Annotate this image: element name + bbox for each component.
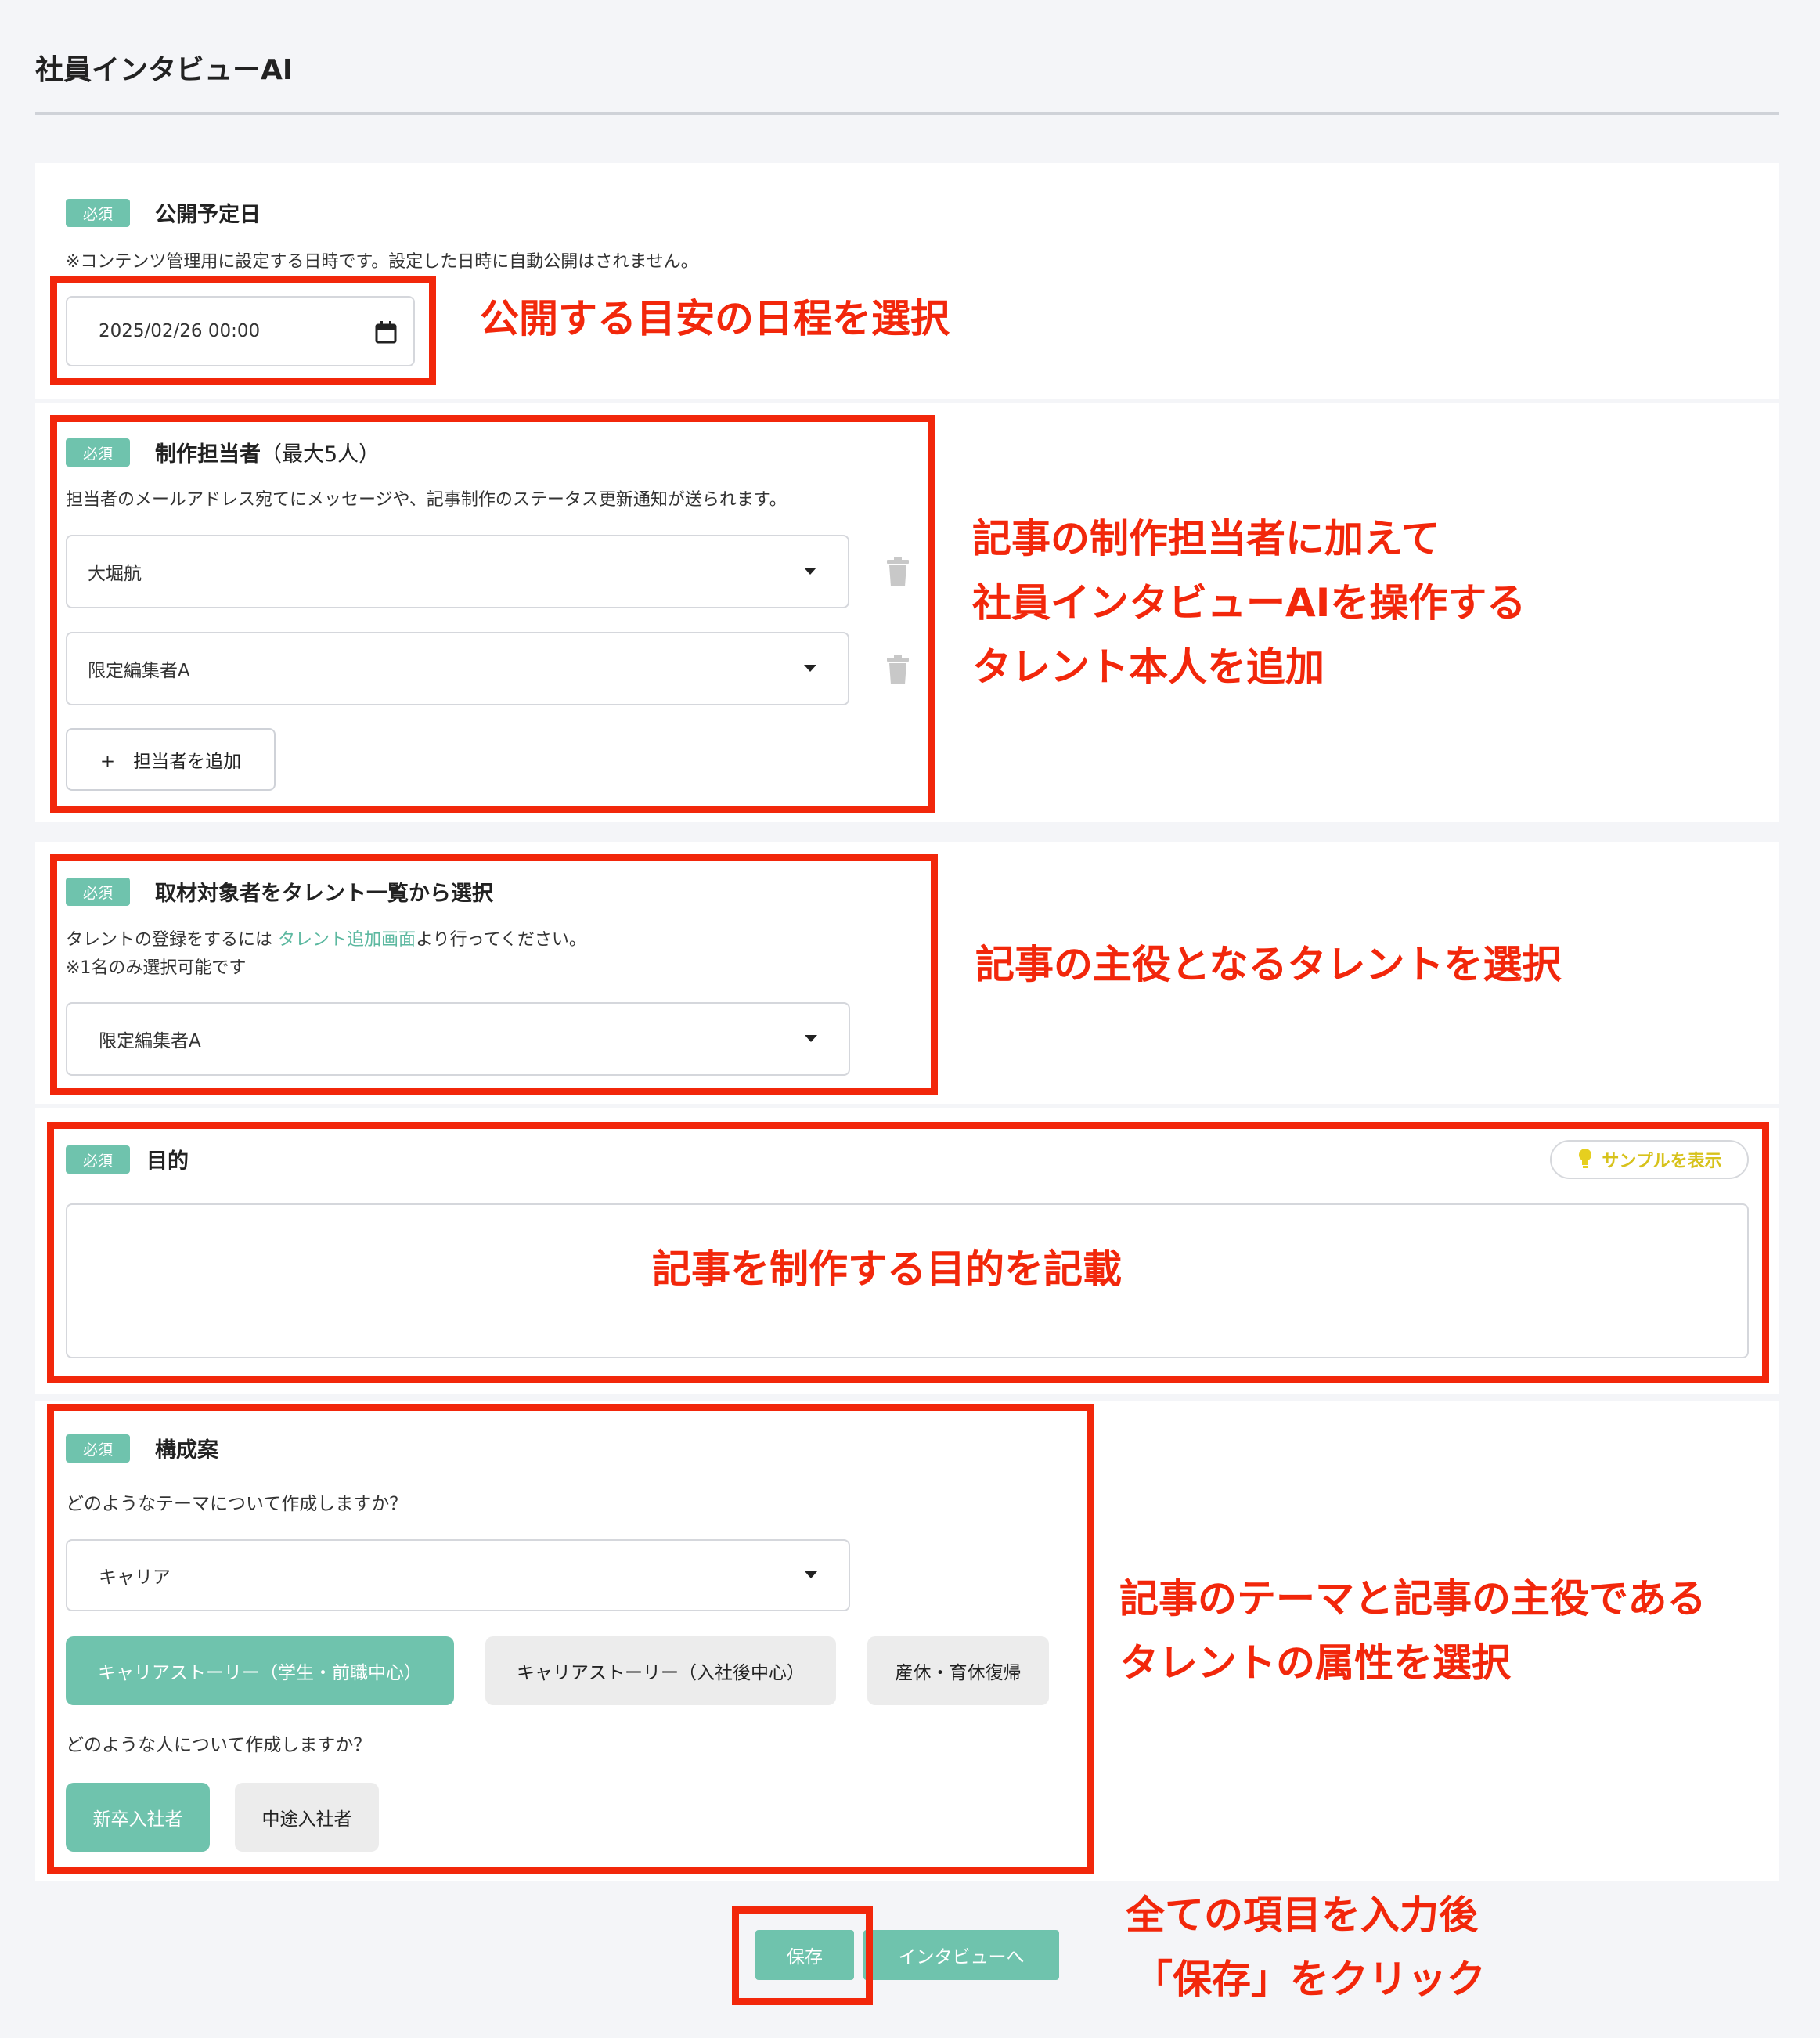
to-interview-button[interactable]: インタビューへ xyxy=(863,1930,1059,1980)
publish-date-label: 公開予定日 xyxy=(155,203,261,227)
required-badge: 必須 xyxy=(66,199,130,227)
title-divider xyxy=(35,112,1779,115)
annotation-box-interviewee xyxy=(50,854,938,1095)
annotation-date: 公開する目安の日程を選択 xyxy=(480,296,950,341)
publish-date-hint: ※コンテンツ管理用に設定する日時です。設定した日時に自動公開はされません。 xyxy=(66,252,698,272)
annotation-purpose: 記事を制作する目的を記載 xyxy=(652,1246,1122,1292)
page-title: 社員インタビューAI xyxy=(35,54,294,86)
annotation-box-save xyxy=(732,1906,873,2005)
annotation-structure-1: 記事のテーマと記事の主役である xyxy=(1119,1576,1706,1621)
annotation-interviewee: 記事の主役となるタレントを選択 xyxy=(975,942,1562,987)
annotation-save-1: 全ての項目を入力後 xyxy=(1126,1892,1478,1938)
annotation-box-creators xyxy=(50,415,935,813)
annotation-box-date xyxy=(50,276,436,385)
annotation-creators-2: 社員インタビューAIを操作する xyxy=(972,580,1526,626)
annotation-creators-3: タレント本人を追加 xyxy=(972,644,1324,690)
annotation-save-2: 「保存」をクリック xyxy=(1133,1957,1486,2002)
annotation-creators-1: 記事の制作担当者に加えて xyxy=(972,516,1440,561)
annotation-structure-2: タレントの属性を選択 xyxy=(1119,1640,1511,1686)
annotation-box-structure xyxy=(47,1404,1094,1874)
